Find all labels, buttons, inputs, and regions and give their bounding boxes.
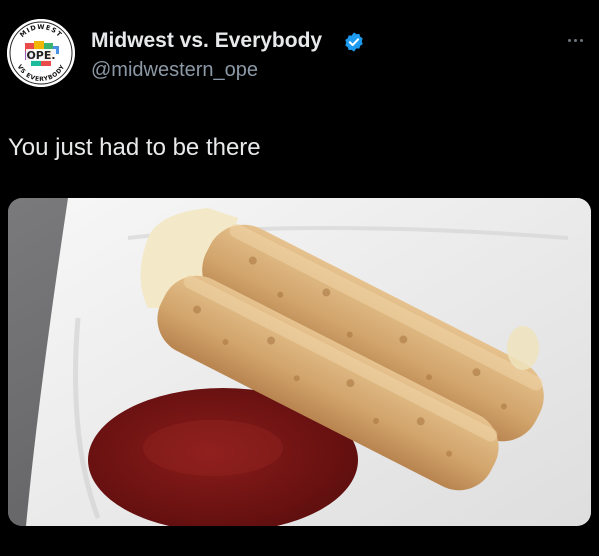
avatar[interactable]: MIDWEST VS EVERYBODY OPE.	[7, 19, 75, 87]
avatar-center-text: OPE.	[26, 49, 55, 62]
more-dot	[573, 38, 577, 42]
more-horizontal-icon[interactable]	[560, 32, 590, 48]
verified-badge-icon	[345, 32, 363, 52]
more-dot	[579, 38, 583, 42]
midwest-ope-logo: MIDWEST VS EVERYBODY OPE.	[7, 19, 75, 87]
user-handle[interactable]: @midwestern_ope	[91, 59, 258, 82]
more-dot	[567, 38, 571, 42]
tweet-media-photo[interactable]	[8, 198, 591, 526]
display-name[interactable]: Midwest vs. Everybody	[91, 29, 322, 53]
tweet-text: You just had to be there	[8, 134, 261, 161]
breadsticks-photo	[8, 198, 591, 526]
